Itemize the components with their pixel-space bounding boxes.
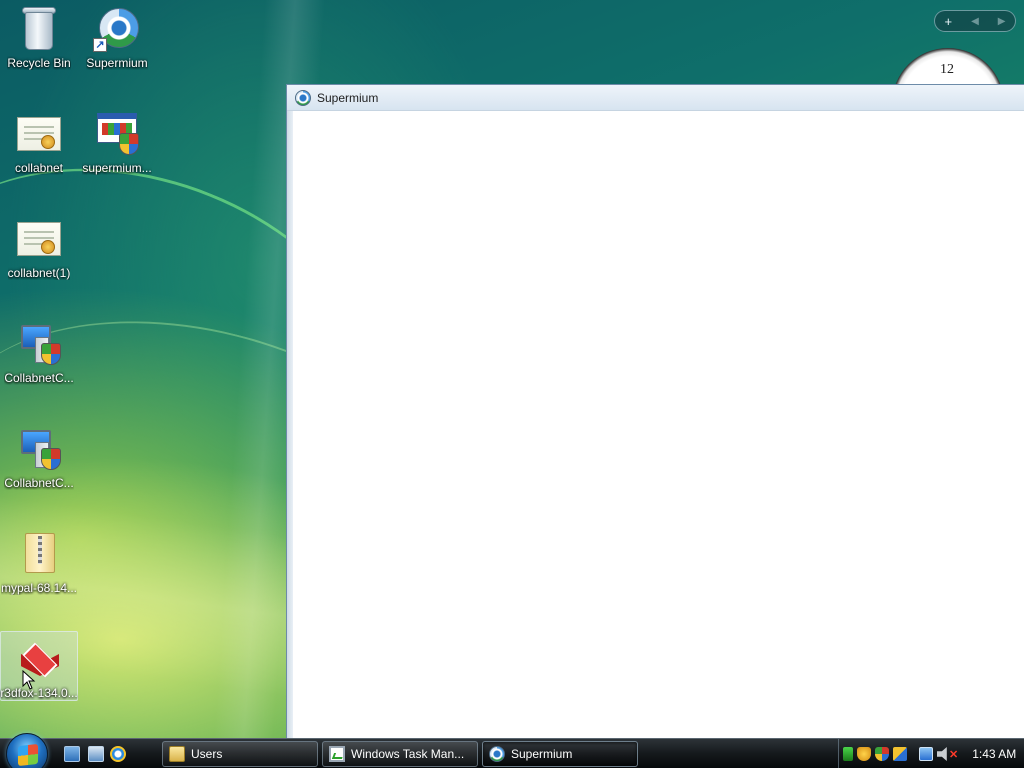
desktop-icon-label: CollabnetC... xyxy=(4,371,74,385)
supermium-icon xyxy=(489,746,505,762)
add-gadget-button[interactable]: + xyxy=(938,14,958,29)
supermium-shortcut-icon: ↗ xyxy=(93,4,141,52)
desktop-icon-mypal[interactable]: mypal-68.14... xyxy=(0,525,78,617)
mute-indicator-icon: ✕ xyxy=(949,748,959,761)
taskbar-button-supermium[interactable]: Supermium xyxy=(482,741,638,767)
desktop-icon-r3dfox[interactable]: r3dfox-134.0... xyxy=(0,631,78,701)
installer-computer-icon xyxy=(15,424,63,472)
switch-windows-icon[interactable] xyxy=(88,746,104,762)
desktop-icon-label: r3dfox-134.0... xyxy=(0,686,78,700)
window-title: Supermium xyxy=(317,90,379,105)
desktop-icon-label: collabnet(1) xyxy=(7,266,71,280)
taskbar: Users Windows Task Man... Supermium ✕ 1:… xyxy=(0,733,1024,768)
network-icon[interactable] xyxy=(919,747,933,761)
system-tray: ✕ 1:43 AM xyxy=(838,739,1024,768)
windows-start-orb-icon[interactable] xyxy=(6,733,48,768)
security-shield-icon[interactable] xyxy=(875,747,889,761)
installer-window-icon xyxy=(93,109,141,157)
clock-twelve-label: 12 xyxy=(940,62,954,77)
desktop-icon-label: mypal-68.14... xyxy=(0,581,78,595)
desktop-icon-collabnet-client-2[interactable]: CollabnetC... xyxy=(0,420,78,512)
window-content[interactable] xyxy=(293,111,1024,743)
battery-meter-icon[interactable] xyxy=(843,747,853,761)
taskbar-button-task-manager[interactable]: Windows Task Man... xyxy=(322,741,478,767)
taskbar-button-label: Supermium xyxy=(511,747,573,761)
next-gadget-button[interactable]: ▶ xyxy=(992,16,1012,27)
taskbar-clock[interactable]: 1:43 AM xyxy=(972,747,1016,761)
desktop-icon-collabnet-client[interactable]: CollabnetC... xyxy=(0,315,78,407)
desktop-icon-label: collabnet xyxy=(14,161,64,175)
zip-folder-icon xyxy=(15,529,63,577)
certificate-icon xyxy=(15,214,63,262)
previous-gadget-button[interactable]: ◀ xyxy=(965,16,985,27)
supermium-window[interactable]: Supermium xyxy=(286,84,1024,744)
internet-explorer-icon[interactable] xyxy=(110,746,126,762)
task-manager-icon xyxy=(329,746,345,762)
installer-computer-icon xyxy=(15,319,63,367)
desktop-icon-supermium[interactable]: ↗ Supermium xyxy=(78,0,156,92)
desktop-icon-supermium-installer[interactable]: supermium... xyxy=(78,105,156,197)
folder-icon xyxy=(169,746,185,762)
window-titlebar[interactable]: Supermium xyxy=(287,85,1024,111)
desktop-icon-collabnet-1[interactable]: collabnet(1) xyxy=(0,210,78,302)
windows-update-icon[interactable] xyxy=(893,747,907,761)
show-desktop-icon[interactable] xyxy=(64,746,80,762)
taskbar-button-label: Windows Task Man... xyxy=(351,747,465,761)
desktop-icon-recycle-bin[interactable]: Recycle Bin xyxy=(0,0,78,92)
certificate-icon xyxy=(15,109,63,157)
gadget-toolbar: + ◀ ▶ xyxy=(934,10,1016,32)
desktop-icon-collabnet[interactable]: collabnet xyxy=(0,105,78,197)
taskbar-button-users[interactable]: Users xyxy=(162,741,318,767)
security-alert-icon[interactable] xyxy=(857,747,871,761)
desktop-icon-label: supermium... xyxy=(82,161,152,175)
supermium-icon xyxy=(295,89,311,106)
recycle-bin-icon xyxy=(15,4,63,52)
desktop-icon-label: Supermium xyxy=(86,56,148,70)
desktop-icon-label: Recycle Bin xyxy=(7,56,71,70)
taskbar-button-label: Users xyxy=(191,747,223,761)
desktop-icon-label: CollabnetC... xyxy=(4,476,74,490)
